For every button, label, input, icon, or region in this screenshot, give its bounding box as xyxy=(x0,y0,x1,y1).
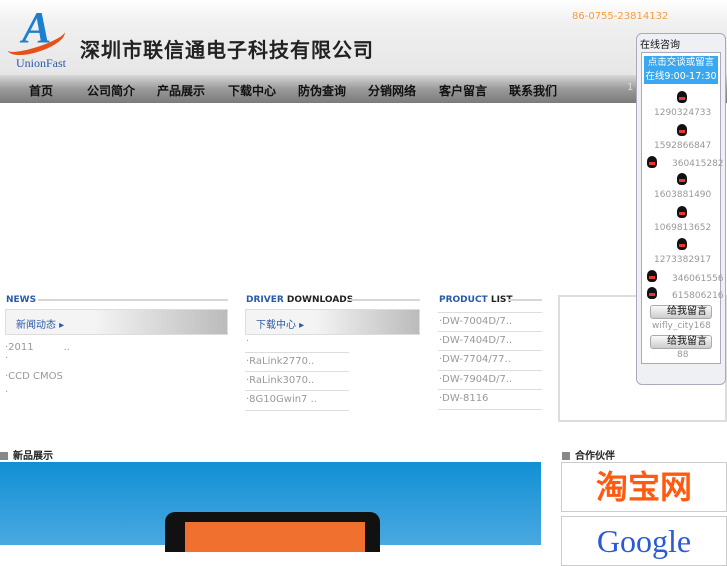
download-banner[interactable]: 下载中心 ▸ xyxy=(245,309,420,335)
divider xyxy=(438,331,542,332)
product-item[interactable]: ·DW-7404D/7.. xyxy=(439,335,512,346)
news-banner-label: 新闻动态 ▸ xyxy=(16,320,65,331)
partner-taobao[interactable]: 淘宝网 xyxy=(561,462,727,512)
qq-number[interactable]: 1069813652 xyxy=(654,223,711,233)
logo[interactable]: A xyxy=(22,2,51,53)
qq-number[interactable]: 360415282 xyxy=(672,159,724,169)
divider xyxy=(438,370,542,371)
new-products-title: 新品展示 xyxy=(0,447,53,462)
qq-number[interactable]: 1273382917 xyxy=(654,255,711,265)
message-user: wifly_city168 xyxy=(652,321,711,331)
tablet-image xyxy=(165,512,380,552)
arrow-icon xyxy=(562,452,570,460)
product-title: PRODUCT LIST xyxy=(439,295,513,305)
qq-icon[interactable] xyxy=(677,238,687,250)
product-item[interactable]: ·DW-7904D/7.. xyxy=(439,374,512,385)
nav-download[interactable]: 下载中心 xyxy=(228,82,276,99)
qq-number[interactable]: 1603881490 xyxy=(654,190,711,200)
divider xyxy=(245,390,349,391)
partners-title: 合作伙伴 xyxy=(562,447,615,462)
partner-google[interactable]: Google xyxy=(561,516,727,566)
product-item[interactable]: ·DW-7704/77.. xyxy=(439,354,511,365)
online-chat-widget: 在线咨询 点击交谈或留言 在线9:00-17:30 1290324733 1592… xyxy=(636,33,726,385)
logo-text: UnionFast xyxy=(16,56,67,70)
qq-number[interactable]: 1290324733 xyxy=(654,108,711,118)
nav-message[interactable]: 客户留言 xyxy=(439,82,487,99)
news-item[interactable]: ·2011 .. xyxy=(5,338,70,353)
divider xyxy=(438,312,542,313)
driver-item[interactable]: ·8G10Gwin7 .. xyxy=(246,394,317,405)
chat-title: 在线咨询 xyxy=(640,40,680,51)
driver-item[interactable]: · xyxy=(246,336,249,347)
product-item[interactable]: ·DW-7004D/7.. xyxy=(439,316,512,327)
chat-header[interactable]: 点击交谈或留言 在线9:00-17:30 xyxy=(644,56,718,84)
divider xyxy=(438,389,542,390)
qq-icon[interactable] xyxy=(647,270,657,282)
news-title: NEWS xyxy=(6,295,37,305)
nav-distribution[interactable]: 分销网络 xyxy=(368,82,416,99)
news-banner[interactable]: 新闻动态 ▸ xyxy=(5,309,228,335)
main-nav: 首页 公司简介 产品展示 下载中心 防伪查询 分销网络 客户留言 联系我们 1 xyxy=(0,75,727,103)
leave-message-button[interactable]: 给我留言 xyxy=(650,305,712,319)
company-name: 深圳市联信通电子科技有限公司 xyxy=(80,38,374,62)
qq-number[interactable]: 346061556 xyxy=(672,274,724,284)
nav-extra: 1 xyxy=(627,82,634,93)
qq-icon[interactable] xyxy=(677,91,687,103)
message-user: 88 xyxy=(677,350,689,360)
qq-number[interactable]: 615806216 xyxy=(672,291,724,301)
divider xyxy=(245,410,349,411)
nav-products[interactable]: 产品展示 xyxy=(157,82,205,99)
divider xyxy=(508,299,542,301)
driver-title: DRIVER DOWNLOADS xyxy=(246,295,354,305)
divider xyxy=(438,409,542,410)
divider xyxy=(38,299,228,301)
leave-message-button[interactable]: 给我留言 xyxy=(650,335,712,349)
product-item[interactable]: ·DW-8116 xyxy=(439,393,488,404)
qq-icon[interactable] xyxy=(647,156,657,168)
divider xyxy=(245,352,349,353)
driver-item[interactable]: ·RaLink3070.. xyxy=(246,375,314,386)
phone: 86-0755-23814132 xyxy=(572,11,669,22)
qq-icon[interactable] xyxy=(647,287,657,299)
news-item[interactable]: · xyxy=(5,353,8,364)
nav-anticounterfeit[interactable]: 防伪查询 xyxy=(298,82,346,99)
driver-item[interactable]: ·RaLink2770.. xyxy=(246,356,314,367)
news-item[interactable]: ·CCD CMOS xyxy=(5,371,63,382)
qq-icon[interactable] xyxy=(677,206,687,218)
divider xyxy=(438,350,542,351)
nav-about[interactable]: 公司简介 xyxy=(87,82,135,99)
divider xyxy=(245,371,349,372)
qq-icon[interactable] xyxy=(677,173,687,185)
qq-icon[interactable] xyxy=(677,124,687,136)
news-item[interactable]: · xyxy=(5,387,8,398)
header: A UnionFast 深圳市联信通电子科技有限公司 86-0755-23814… xyxy=(0,0,727,76)
nav-contact[interactable]: 联系我们 xyxy=(509,82,557,99)
divider xyxy=(350,299,420,301)
qq-number[interactable]: 1592866847 xyxy=(654,141,711,151)
download-banner-label: 下载中心 ▸ xyxy=(256,320,305,331)
nav-home[interactable]: 首页 xyxy=(29,82,53,99)
arrow-icon xyxy=(0,452,8,460)
